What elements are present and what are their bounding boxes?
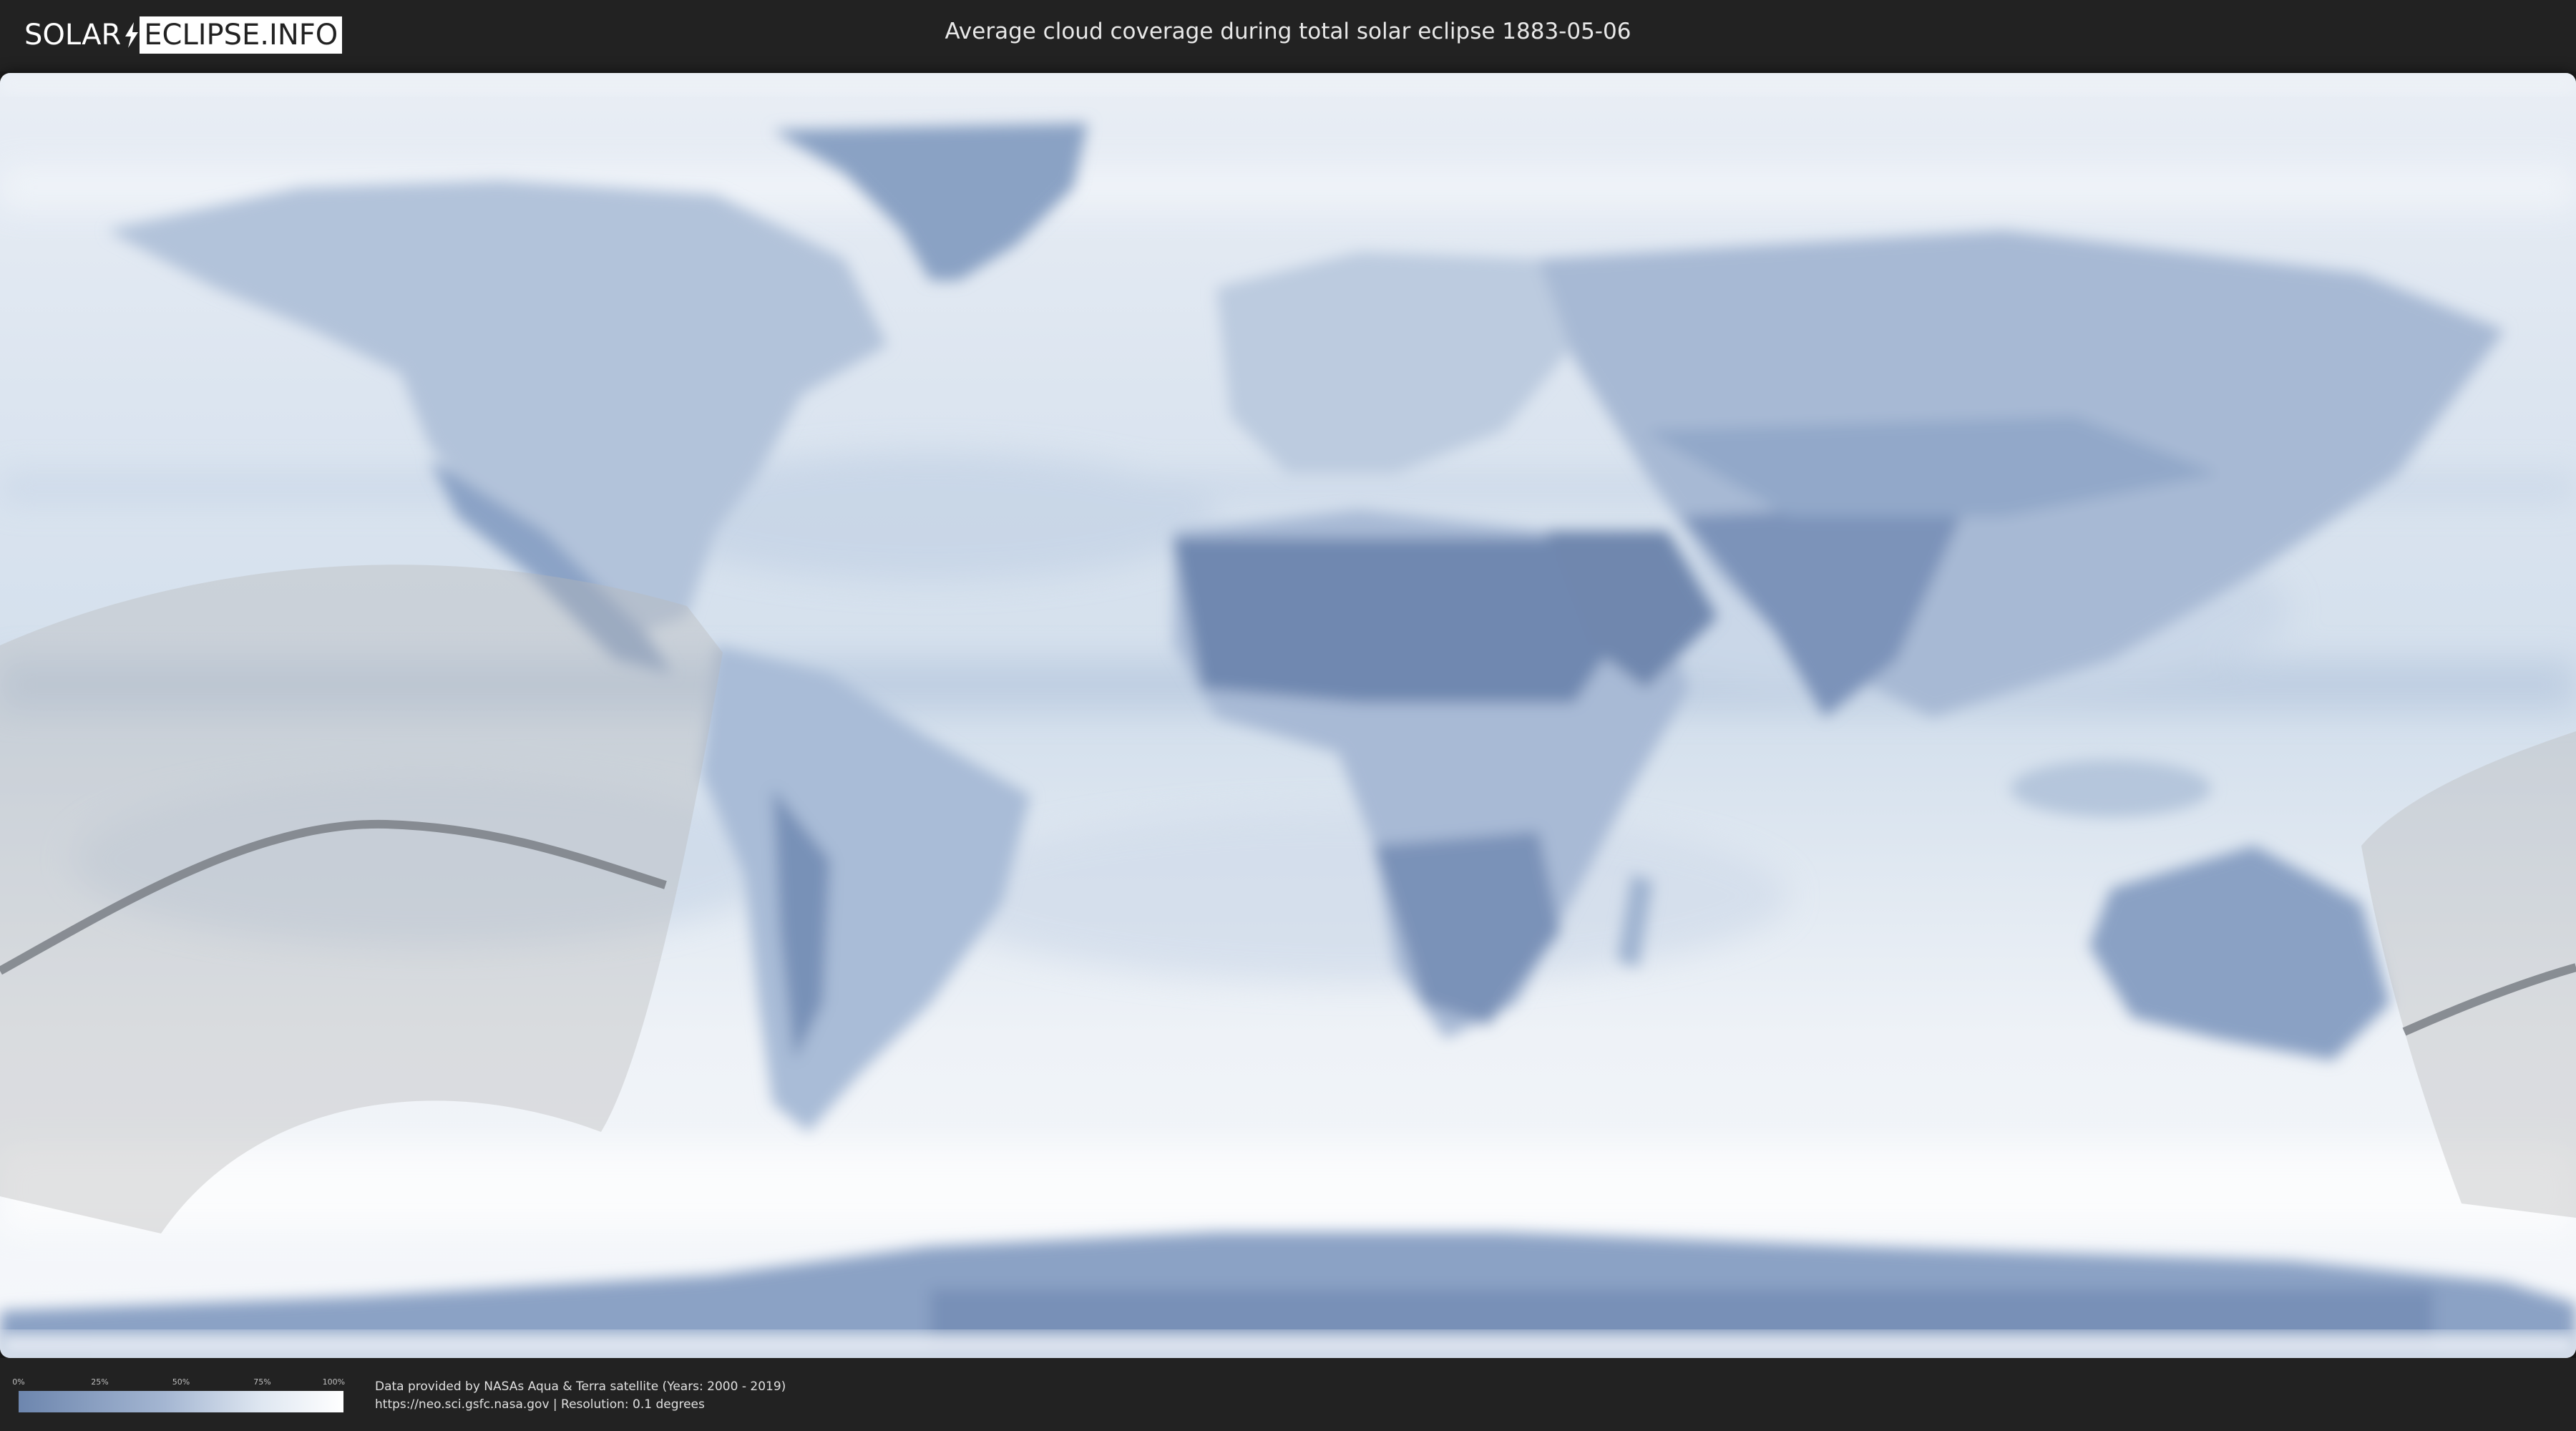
cloud-coverage-map[interactable] xyxy=(0,73,2576,1358)
data-source-resolution: https://neo.sci.gsfc.nasa.gov | Resoluti… xyxy=(375,1397,705,1412)
header-bar: SOLAR ECLIPSE.INFO Average cloud coverag… xyxy=(0,0,2576,72)
legend-ticks: 0% 25% 50% 75% 100% xyxy=(12,1377,346,1387)
legend-tick: 0% xyxy=(12,1377,25,1387)
page-title: Average cloud coverage during total sola… xyxy=(945,19,1631,44)
footer-bar xyxy=(0,1358,2576,1431)
cloud-coverage-legend-bar xyxy=(19,1391,343,1412)
legend-tick: 25% xyxy=(91,1377,109,1387)
legend-tick: 50% xyxy=(172,1377,190,1387)
legend-tick: 100% xyxy=(322,1377,346,1387)
legend-tick: 75% xyxy=(253,1377,271,1387)
data-credit: Data provided by NASAs Aqua & Terra sate… xyxy=(375,1379,786,1394)
